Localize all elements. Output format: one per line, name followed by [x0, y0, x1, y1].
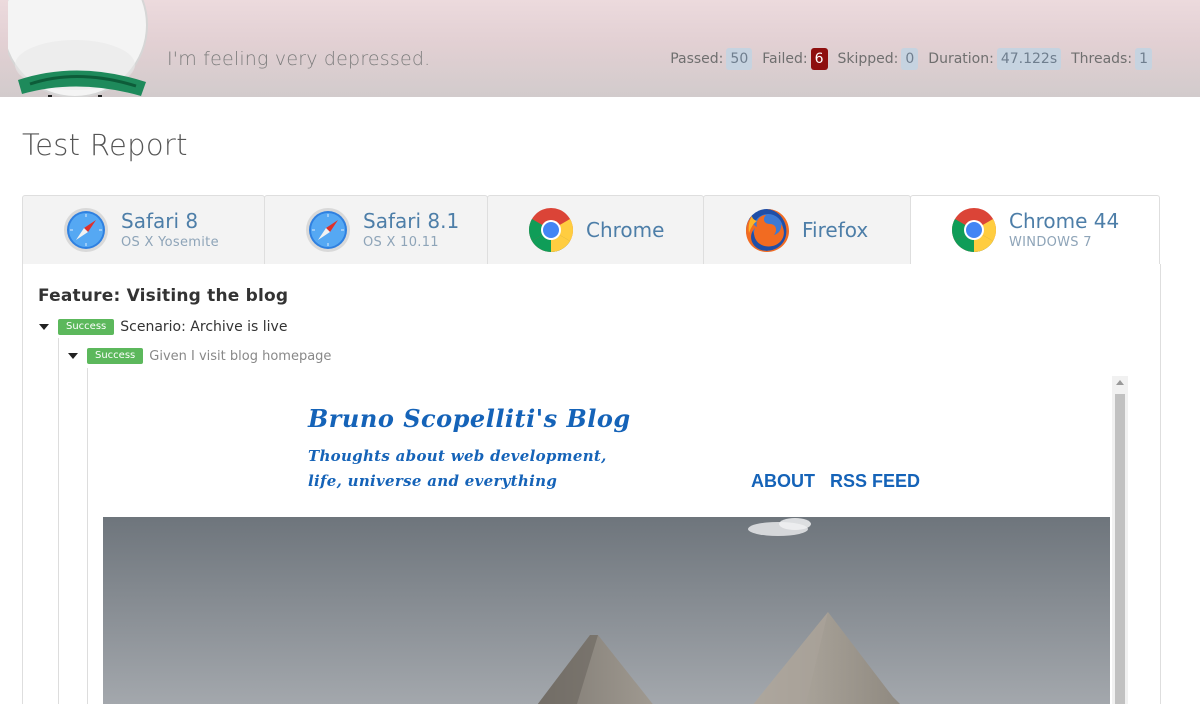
pyramids-hero-image [103, 517, 1110, 704]
scenario-row[interactable]: Success Scenario: Archive is live [39, 319, 287, 335]
stat-duration: Duration: 47.122s [928, 48, 1062, 70]
stat-value: 1 [1135, 48, 1152, 70]
tab-firefox[interactable]: Firefox [703, 195, 911, 265]
step-title: Given I visit blog homepage [149, 348, 332, 364]
run-stats: Passed: 50 Failed: 6 Skipped: 0 Duration… [660, 48, 1152, 70]
tab-label: Firefox [802, 218, 869, 242]
tab-sublabel: OS X Yosemite [121, 235, 219, 250]
tab-label: Chrome [586, 218, 665, 242]
scenario-title: Scenario: Archive is live [120, 319, 288, 335]
stat-label: Passed: [670, 51, 724, 67]
chrome-icon [952, 208, 996, 252]
stat-label: Duration: [928, 51, 994, 67]
status-badge: Success [58, 319, 115, 335]
tab-safari-8-1[interactable]: Safari 8.1 OS X 10.11 [264, 195, 488, 265]
blog-nav-rss[interactable]: RSS FEED [830, 471, 920, 492]
stat-label: Skipped: [837, 51, 899, 67]
tab-chrome-44[interactable]: Chrome 44 WINDOWS 7 [910, 195, 1160, 265]
tab-chrome[interactable]: Chrome [487, 195, 704, 265]
safari-icon [64, 208, 108, 252]
stat-passed: Passed: 50 [670, 48, 753, 70]
page-title: Test Report [22, 128, 188, 162]
step-screenshot: Bruno Scopelliti's Blog Thoughts about w… [88, 376, 1128, 704]
tab-sublabel: WINDOWS 7 [1009, 235, 1092, 250]
blog-subtitle: Thoughts about web development, life, un… [308, 447, 607, 490]
feature-title: Feature: Visiting the blog [38, 286, 289, 306]
stat-failed: Failed: 6 [762, 48, 828, 70]
chrome-icon [529, 208, 573, 252]
blog-nav-about[interactable]: ABOUT [751, 471, 815, 492]
tab-label: Safari 8.1 [363, 209, 460, 233]
stat-value: 50 [726, 48, 753, 70]
tree-guide-line [58, 338, 59, 704]
stat-value: 6 [810, 48, 828, 70]
caret-down-icon[interactable] [39, 324, 49, 330]
caret-down-icon[interactable] [68, 353, 78, 359]
top-bar: I'm feeling very depressed. Passed: 50 F… [0, 0, 1200, 97]
blog-nav: ABOUT RSS FEED [751, 471, 935, 492]
safari-icon [306, 208, 350, 252]
stat-threads: Threads: 1 [1071, 48, 1152, 70]
robot-mascot-icon [8, 0, 148, 97]
tab-label: Safari 8 [121, 209, 199, 233]
screenshot-scrollbar[interactable] [1112, 376, 1128, 704]
step-row[interactable]: Success Given I visit blog homepage [68, 348, 331, 364]
tab-label: Chrome 44 [1009, 209, 1120, 233]
blog-title: Bruno Scopelliti's Blog [308, 404, 631, 433]
firefox-icon [746, 209, 789, 252]
stat-value: 0 [901, 48, 919, 70]
stat-label: Threads: [1071, 51, 1133, 67]
tab-safari-8[interactable]: Safari 8 OS X Yosemite [22, 195, 265, 265]
status-badge: Success [87, 348, 144, 364]
scroll-up-arrow-icon[interactable] [1116, 380, 1124, 385]
browser-tabs: Safari 8 OS X Yosemite Safari 8.1 OS X 1… [22, 195, 1161, 265]
stat-label: Failed: [762, 51, 808, 67]
tab-sublabel: OS X 10.11 [363, 235, 439, 250]
stat-skipped: Skipped: 0 [838, 48, 919, 70]
header-tagline: I'm feeling very depressed. [167, 48, 431, 70]
scroll-thumb[interactable] [1115, 394, 1125, 704]
stat-value: 47.122s [996, 48, 1062, 70]
